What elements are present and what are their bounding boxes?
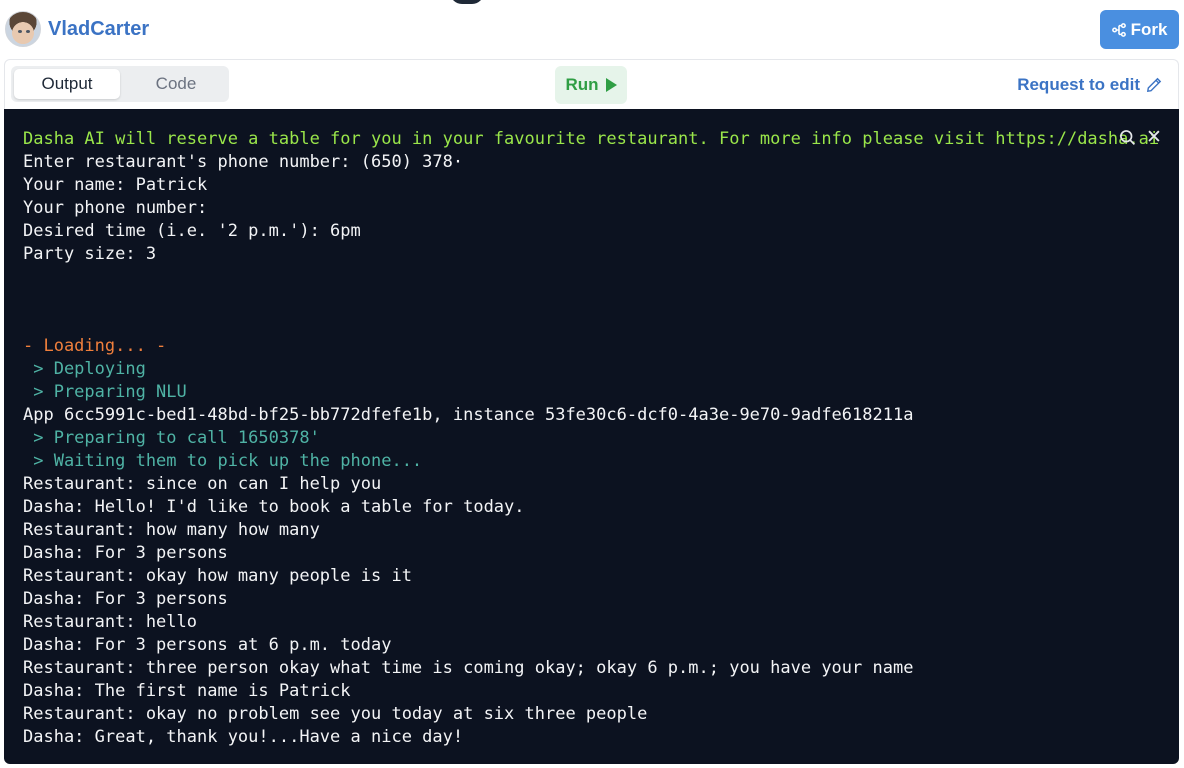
play-icon	[605, 78, 617, 92]
terminal-line: Dasha: Hello! I'd like to book a table f…	[23, 497, 525, 517]
terminal-line: Restaurant: okay no problem see you toda…	[23, 704, 648, 724]
terminal-line: Restaurant: how many how many	[23, 520, 320, 540]
terminal-line: - Loading... -	[23, 336, 167, 356]
terminal-line: Restaurant: three person okay what time …	[23, 658, 914, 678]
fork-icon	[1111, 22, 1126, 37]
tab-code[interactable]: Code	[123, 69, 229, 99]
tab-output[interactable]: Output	[14, 69, 120, 99]
terminal-line: Restaurant: hello	[23, 612, 197, 632]
terminal-line: Dasha: For 3 persons	[23, 543, 228, 563]
header: VladCarter Fork	[0, 0, 1184, 58]
avatar[interactable]	[5, 11, 41, 47]
terminal-line: Your name: Patrick	[23, 175, 208, 195]
terminal-line: Dasha AI will reserve a table for you in…	[23, 129, 1160, 149]
request-to-edit-label: Request to edit	[1017, 75, 1140, 94]
search-icon[interactable]	[1119, 129, 1136, 146]
terminal-line: Restaurant: since on can I help you	[23, 474, 382, 494]
terminal-line: Dasha: For 3 persons at 6 p.m. today	[23, 635, 392, 655]
terminal-line: Dasha: The first name is Patrick	[23, 681, 351, 701]
pencil-icon	[1146, 77, 1162, 93]
terminal-controls: ✕	[1119, 128, 1163, 147]
terminal-output: ✕ Dasha AI will reserve a table for you …	[4, 109, 1179, 764]
avatar-eye	[26, 30, 30, 33]
terminal-line: > Waiting them to pick up the phone...	[23, 451, 423, 471]
username-link[interactable]: VladCarter	[48, 18, 149, 41]
fork-button[interactable]: Fork	[1100, 10, 1179, 49]
terminal-lines: Dasha AI will reserve a table for you in…	[23, 128, 1179, 749]
terminal-line: Dasha: Great, thank you!...Have a nice d…	[23, 727, 464, 747]
terminal-line: > Deploying	[23, 359, 146, 379]
close-icon[interactable]: ✕	[1146, 128, 1163, 147]
terminal-line: Your phone number:	[23, 198, 208, 218]
view-toggle: Output Code	[11, 66, 229, 102]
fork-button-label: Fork	[1130, 19, 1168, 39]
request-to-edit-link[interactable]: Request to edit	[1017, 75, 1162, 95]
avatar-eye	[18, 30, 22, 33]
terminal-line: Restaurant: okay how many people is it	[23, 566, 412, 586]
toolbar: Output Code Run Request to edit	[4, 59, 1179, 109]
terminal-line: > Preparing NLU	[23, 382, 187, 402]
terminal-line: App 6cc5991c-bed1-48bd-bf25-bb772dfefe1b…	[23, 405, 914, 425]
terminal-line: > Preparing to call 1650378'	[23, 428, 320, 448]
terminal-line: Dasha: For 3 persons	[23, 589, 228, 609]
run-button-label: Run	[565, 75, 599, 94]
terminal-line: Party size: 3	[23, 244, 157, 264]
run-button[interactable]: Run	[555, 66, 627, 104]
terminal-line: Enter restaurant's phone number: (650) 3…	[23, 152, 464, 172]
terminal-line: Desired time (i.e. '2 p.m.'): 6pm	[23, 221, 361, 241]
